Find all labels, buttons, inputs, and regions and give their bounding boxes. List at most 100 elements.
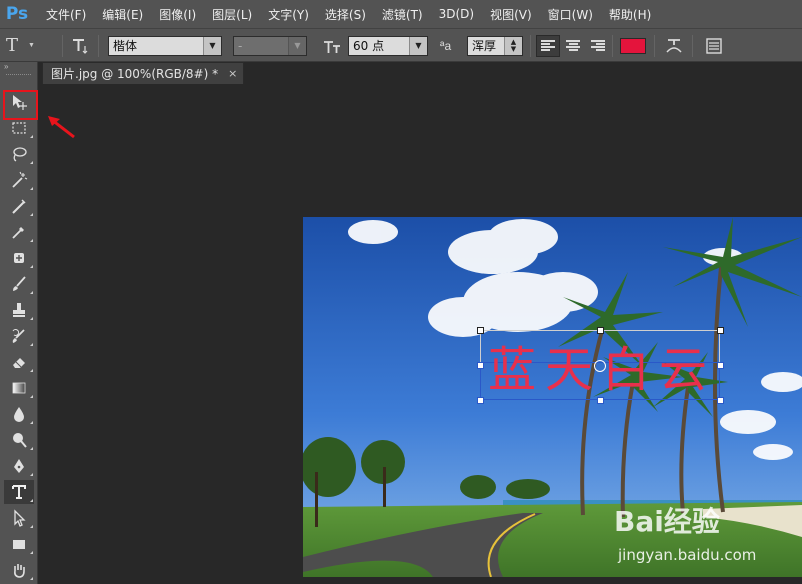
clone-stamp-icon — [13, 303, 25, 317]
transform-handle-top-right[interactable] — [717, 327, 724, 334]
pen-icon — [14, 459, 24, 473]
gradient-tool-button[interactable] — [4, 376, 34, 400]
menu-type[interactable]: 文字(Y) — [268, 6, 309, 23]
history-brush-tool-button[interactable] — [4, 324, 34, 348]
hand-tool-button[interactable] — [4, 558, 34, 582]
antialias-icon: ªa — [440, 38, 452, 53]
path-selection-icon — [14, 509, 26, 527]
lasso-icon — [13, 147, 27, 162]
font-family-select[interactable]: 楷体 ▼ — [108, 35, 222, 56]
align-center-button[interactable] — [561, 35, 585, 57]
lasso-tool-button[interactable] — [4, 142, 34, 166]
blur-drop-icon — [14, 407, 24, 422]
menu-help[interactable]: 帮助(H) — [609, 6, 651, 23]
healing-brush-tool-button[interactable] — [4, 246, 34, 270]
align-left-icon — [541, 39, 555, 52]
type-tool-icon: T — [6, 35, 19, 56]
text-color-swatch[interactable] — [620, 37, 646, 54]
chevron-down-icon: ▼ — [203, 36, 221, 55]
menu-layer[interactable]: 图层(L) — [212, 6, 252, 23]
align-left-button[interactable] — [536, 34, 560, 57]
gradient-icon — [12, 382, 26, 394]
close-icon[interactable]: × — [228, 67, 237, 80]
font-size-glyph-icon — [324, 40, 340, 53]
clone-stamp-tool-button[interactable] — [4, 298, 34, 322]
font-style-value: - — [238, 38, 243, 53]
magic-wand-tool-button[interactable] — [4, 168, 34, 192]
tool-preset-picker[interactable]: T ▼ — [6, 29, 35, 62]
warp-text-icon — [666, 38, 682, 53]
transform-handle-middle-right[interactable] — [717, 362, 724, 369]
font-size-icon — [322, 29, 342, 62]
font-size-value: 60 点 — [353, 39, 385, 53]
menu-select[interactable]: 选择(S) — [325, 6, 366, 23]
watermark-brand: Bai经验 — [614, 505, 720, 538]
baidu-jingyan-watermark: Bai经验 jingyan.baidu.com — [612, 498, 802, 578]
eyedropper-icon — [12, 227, 24, 239]
healing-brush-icon — [14, 253, 24, 263]
eraser-icon — [13, 358, 25, 368]
blur-tool-button[interactable] — [4, 402, 34, 426]
align-right-button[interactable] — [586, 35, 610, 57]
text-orientation-button[interactable] — [70, 29, 90, 62]
crop-icon — [12, 199, 26, 214]
document-tab[interactable]: 图片.jpg @ 100%(RGB/8#) * × — [42, 62, 245, 84]
rectangle-shape-icon — [13, 540, 25, 549]
menu-image[interactable]: 图像(I) — [159, 6, 196, 23]
eyedropper-tool-button[interactable] — [4, 220, 34, 244]
red-annotation-arrow-icon — [48, 116, 75, 139]
magic-wand-icon — [12, 171, 28, 188]
type-tool-button[interactable] — [4, 480, 34, 504]
menu-file[interactable]: 文件(F) — [46, 6, 86, 23]
stepper-icon: ▲ ▼ — [504, 36, 522, 55]
dodge-tool-button[interactable] — [4, 428, 34, 452]
character-panel-button[interactable] — [704, 29, 724, 62]
crop-tool-button[interactable] — [4, 194, 34, 218]
collapse-arrows-icon[interactable]: » — [0, 62, 37, 74]
move-tool-highlight-box — [3, 90, 38, 120]
antialias-value: 浑厚 — [472, 39, 497, 53]
brush-icon — [13, 276, 26, 291]
font-size-input[interactable]: 60 点 ▼ — [348, 35, 428, 56]
transform-handle-top-center[interactable] — [597, 327, 604, 334]
document-tab-title: 图片.jpg @ 100%(RGB/8#) * — [51, 67, 219, 81]
text-orientation-icon — [73, 38, 88, 54]
transform-center-point-icon[interactable] — [594, 360, 606, 372]
transform-handle-bottom-center[interactable] — [597, 397, 604, 404]
pen-tool-button[interactable] — [4, 454, 34, 478]
transform-handle-top-left[interactable] — [477, 327, 484, 334]
menu-bar: Ps 文件(F) 编辑(E) 图像(I) 图层(L) 文字(Y) 选择(S) 滤… — [0, 0, 802, 28]
rectangular-marquee-icon — [12, 122, 26, 134]
eraser-tool-button[interactable] — [4, 350, 34, 374]
font-style-select[interactable]: - ▼ — [233, 35, 307, 56]
tools-panel: » — [0, 62, 38, 584]
transform-handle-middle-left[interactable] — [477, 362, 484, 369]
menu-filter[interactable]: 滤镜(T) — [382, 6, 423, 23]
watermark-url: jingyan.baidu.com — [618, 546, 757, 564]
rectangle-tool-button[interactable] — [4, 532, 34, 556]
character-panel-icon — [706, 37, 722, 54]
font-family-value: 楷体 — [113, 39, 138, 53]
menu-edit[interactable]: 编辑(E) — [102, 6, 143, 23]
menu-items: 文件(F) 编辑(E) 图像(I) 图层(L) 文字(Y) 选择(S) 滤镜(T… — [46, 6, 667, 23]
history-brush-icon — [12, 328, 25, 343]
chevron-down-icon: ▼ — [409, 36, 427, 55]
warp-text-button[interactable] — [664, 29, 684, 62]
photoshop-logo: Ps — [5, 4, 29, 24]
menu-window[interactable]: 窗口(W) — [548, 6, 593, 23]
align-center-icon — [566, 39, 580, 52]
panel-grip[interactable] — [6, 74, 31, 80]
transform-handle-bottom-right[interactable] — [717, 397, 724, 404]
antialias-select[interactable]: 浑厚 ▲ ▼ — [467, 35, 523, 56]
chevron-down-icon: ▼ — [28, 42, 35, 49]
type-tool-icon — [12, 485, 26, 499]
dodge-icon — [13, 433, 27, 448]
menu-3d[interactable]: 3D(D) — [439, 7, 474, 21]
menu-view[interactable]: 视图(V) — [490, 6, 532, 23]
path-selection-tool-button[interactable] — [4, 506, 34, 530]
transform-handle-bottom-left[interactable] — [477, 397, 484, 404]
align-right-icon — [591, 39, 605, 52]
chevron-down-icon: ▼ — [288, 36, 306, 55]
options-bar: T ▼ 楷体 ▼ - ▼ 60 点 ▼ ªa 浑厚 ▲ ▼ — [0, 28, 802, 62]
brush-tool-button[interactable] — [4, 272, 34, 296]
